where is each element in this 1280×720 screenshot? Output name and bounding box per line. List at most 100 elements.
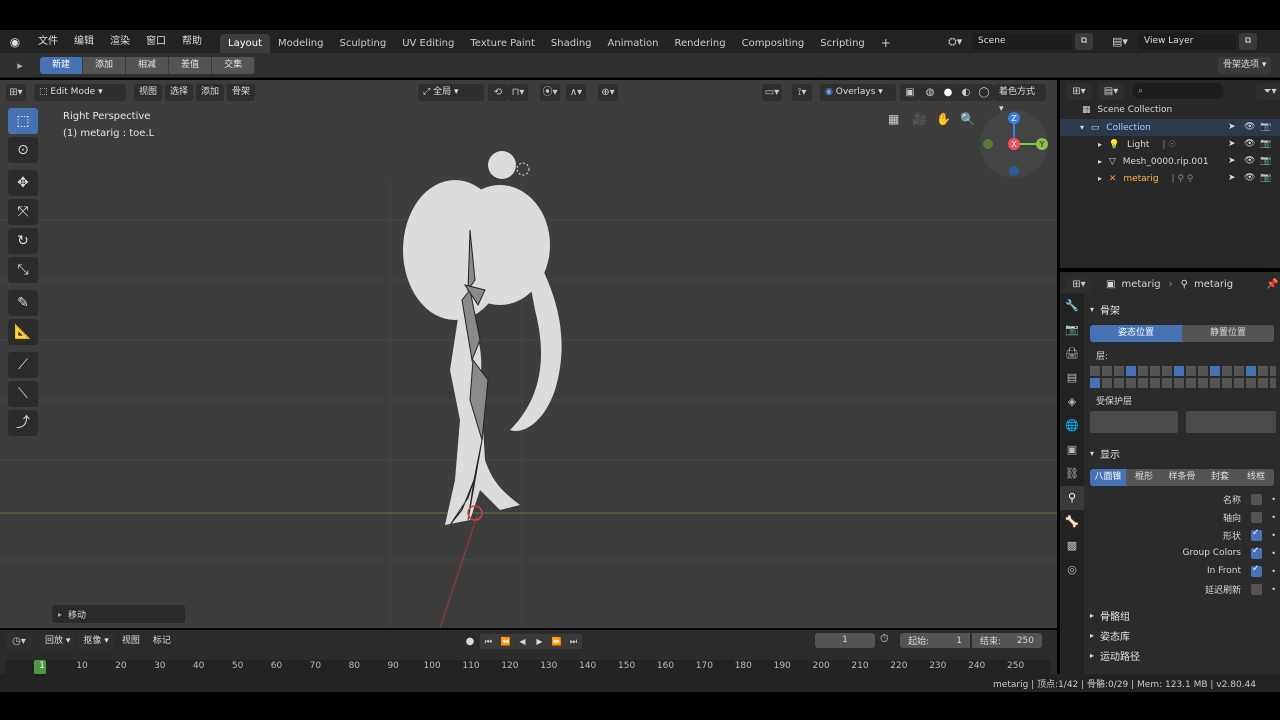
playback-menu[interactable]: 回放 ▾: [40, 632, 76, 650]
display-envelope-button[interactable]: 封套: [1202, 469, 1238, 486]
display-mode-icon[interactable]: ▤▾: [1098, 82, 1124, 100]
view-layer-field[interactable]: View Layer: [1138, 33, 1236, 50]
add-workspace-icon[interactable]: +: [873, 34, 899, 53]
bone-roll-tool-icon[interactable]: ⟋: [8, 352, 38, 378]
menu-help[interactable]: 帮助: [174, 30, 210, 53]
option-names[interactable]: 名称 •: [1090, 490, 1276, 508]
overlays-dropdown[interactable]: ◉ Overlays ▾: [820, 83, 896, 101]
skeleton-panel-header[interactable]: ▾ 骨架: [1090, 302, 1120, 317]
option-in-front[interactable]: In Front •: [1090, 562, 1276, 580]
object-tab-icon[interactable]: ▣: [1060, 438, 1084, 462]
menu-window[interactable]: 窗口: [138, 30, 174, 53]
timeline-ruler[interactable]: 1 10 20 30 40 50 60 70 80 90 100 110 120 130 140 150 160…: [6, 660, 1050, 674]
timeline-view-menu[interactable]: 视图: [117, 633, 145, 650]
mode-difference-button[interactable]: 差值: [169, 56, 213, 74]
shading-solid-icon[interactable]: ●: [938, 83, 958, 101]
filter-icon[interactable]: ⏷▾: [1256, 82, 1280, 100]
tab-modeling[interactable]: Modeling: [270, 34, 332, 53]
names-checkbox[interactable]: [1251, 493, 1262, 505]
navigation-gizmo[interactable]: Z Y X: [978, 108, 1054, 184]
view-layer-tab-icon[interactable]: ▤: [1060, 366, 1084, 390]
jump-end-icon[interactable]: ⏭: [565, 633, 582, 649]
display-octahedral-button[interactable]: 八面锥: [1090, 469, 1126, 486]
menu-edit[interactable]: 编辑: [66, 30, 102, 53]
start-frame-field[interactable]: 起始: 1: [900, 633, 970, 648]
display-panel-header[interactable]: ▾ 显示: [1090, 446, 1120, 461]
outliner-search-input[interactable]: ⌕: [1132, 83, 1224, 99]
outliner-item-mesh[interactable]: ▸ ▽ Mesh_0000.rip.001 ➤ 👁 📷: [1060, 153, 1280, 170]
menu-add[interactable]: 添加: [196, 83, 225, 101]
tab-uv-editing[interactable]: UV Editing: [394, 34, 462, 53]
in-front-checkbox[interactable]: [1251, 564, 1262, 577]
camera-view-icon[interactable]: 🎥: [912, 112, 936, 126]
armature-tab-icon[interactable]: ⚲: [1060, 486, 1084, 510]
shading-material-icon[interactable]: ◐: [956, 83, 976, 101]
collection-render-icon[interactable]: 📷: [1260, 119, 1271, 136]
annotate-tool-icon[interactable]: ✎: [8, 290, 38, 316]
play-icon[interactable]: ▶: [531, 633, 548, 649]
record-icon[interactable]: ●: [460, 636, 480, 647]
jump-next-key-icon[interactable]: ⏩: [548, 633, 565, 649]
select-box-tool-icon[interactable]: ⬚: [8, 108, 38, 134]
tool-tab-icon[interactable]: 🔧: [1060, 294, 1084, 318]
tab-layout[interactable]: Layout: [220, 34, 270, 53]
proportional-edit-icon[interactable]: ⦿▾: [540, 83, 560, 101]
pose-library-panel-header[interactable]: ▸ 姿态库: [1090, 628, 1130, 643]
menu-file[interactable]: 文件: [30, 30, 66, 53]
xray-toggle-icon[interactable]: ▣: [900, 83, 920, 101]
current-frame-field[interactable]: 1: [815, 633, 875, 648]
bone-groups-panel-header[interactable]: ▸ 骨骼组: [1090, 608, 1130, 623]
delay-refresh-checkbox[interactable]: [1251, 583, 1262, 595]
display-stick-button[interactable]: 棍形: [1126, 469, 1162, 486]
shapes-checkbox[interactable]: [1251, 528, 1262, 541]
tab-shading[interactable]: Shading: [543, 34, 600, 53]
view-object-types-icon[interactable]: ▭▾: [762, 83, 782, 101]
constraints-tab-icon[interactable]: ⛓: [1060, 462, 1084, 486]
light-render-icon[interactable]: 📷: [1260, 136, 1271, 153]
bone-size-tool-icon[interactable]: ⟍: [8, 381, 38, 407]
properties-editor-icon[interactable]: ⊞▾: [1066, 275, 1092, 293]
move-tool-icon[interactable]: ✥: [8, 170, 38, 196]
protected-layer-grid[interactable]: [1090, 411, 1276, 438]
mode-subtract-button[interactable]: 相减: [126, 56, 170, 74]
outliner-item-metarig[interactable]: ▸ ✕ metarig | ⚲ ⚲ ➤ 👁 📷: [1060, 170, 1280, 187]
collection-visibility-icon[interactable]: 👁: [1244, 119, 1255, 136]
scene-name-field[interactable]: Scene: [972, 33, 1072, 50]
light-visibility-icon[interactable]: 👁: [1244, 136, 1255, 153]
scale-tool-icon[interactable]: ⤡: [8, 257, 38, 283]
mesh-select-icon[interactable]: ➤: [1228, 153, 1236, 170]
option-axes[interactable]: 轴向 •: [1090, 508, 1276, 526]
3d-viewport[interactable]: ⊞▾ ⬚ Edit Mode ▾ 视图 选择 添加 骨架 ⤢ 全局 ▾ ⟲ ⊓▾…: [0, 80, 1057, 628]
menu-armature[interactable]: 骨架: [227, 83, 256, 101]
shading-rendered-icon[interactable]: ◯: [974, 83, 994, 101]
mode-new-button[interactable]: 新建: [40, 56, 84, 74]
tab-scripting[interactable]: Scripting: [812, 34, 872, 53]
marker-menu[interactable]: 标记: [148, 633, 176, 650]
metarig-render-icon[interactable]: 📷: [1260, 170, 1271, 187]
option-delay-refresh[interactable]: 延迟刷新 •: [1090, 580, 1276, 598]
outliner-collection[interactable]: ▾ ▭ Collection ➤ 👁 📷: [1060, 119, 1280, 136]
end-frame-field[interactable]: 结束: 250: [972, 633, 1042, 648]
view-layer-new-icon[interactable]: ⧉: [1239, 33, 1257, 50]
display-bbone-button[interactable]: 样条骨: [1162, 469, 1202, 486]
rest-position-button[interactable]: 静置位置: [1182, 325, 1274, 342]
cursor-tool-icon[interactable]: ⊙: [8, 137, 38, 163]
outliner-scene-collection[interactable]: ▦ Scene Collection: [1060, 102, 1280, 119]
keying-menu[interactable]: 抠像 ▾: [78, 632, 114, 650]
motion-paths-panel-header[interactable]: ▸ 运动路径: [1090, 648, 1140, 663]
extrude-bone-tool-icon[interactable]: ⤴: [8, 410, 38, 436]
pose-position-button[interactable]: 姿态位置: [1090, 325, 1182, 342]
last-operator-panel[interactable]: ▸ 移动: [52, 605, 185, 623]
tab-animation[interactable]: Animation: [600, 34, 667, 53]
output-tab-icon[interactable]: 🖨: [1060, 342, 1084, 366]
measure-tool-icon[interactable]: 📐: [8, 319, 38, 345]
mode-intersect-button[interactable]: 交集: [212, 56, 256, 74]
timeline-editor-icon[interactable]: ◷▾: [6, 632, 32, 650]
tab-compositing[interactable]: Compositing: [734, 34, 813, 53]
transform-orientation-dropdown[interactable]: ⤢ 全局 ▾: [418, 83, 484, 101]
option-shapes[interactable]: 形状 •: [1090, 526, 1276, 544]
shading-options-dropdown[interactable]: 着色方式 ▾: [994, 83, 1046, 114]
tab-rendering[interactable]: Rendering: [667, 34, 734, 53]
mesh-render-icon[interactable]: 📷: [1260, 153, 1271, 170]
menu-render[interactable]: 渲染: [102, 30, 138, 53]
